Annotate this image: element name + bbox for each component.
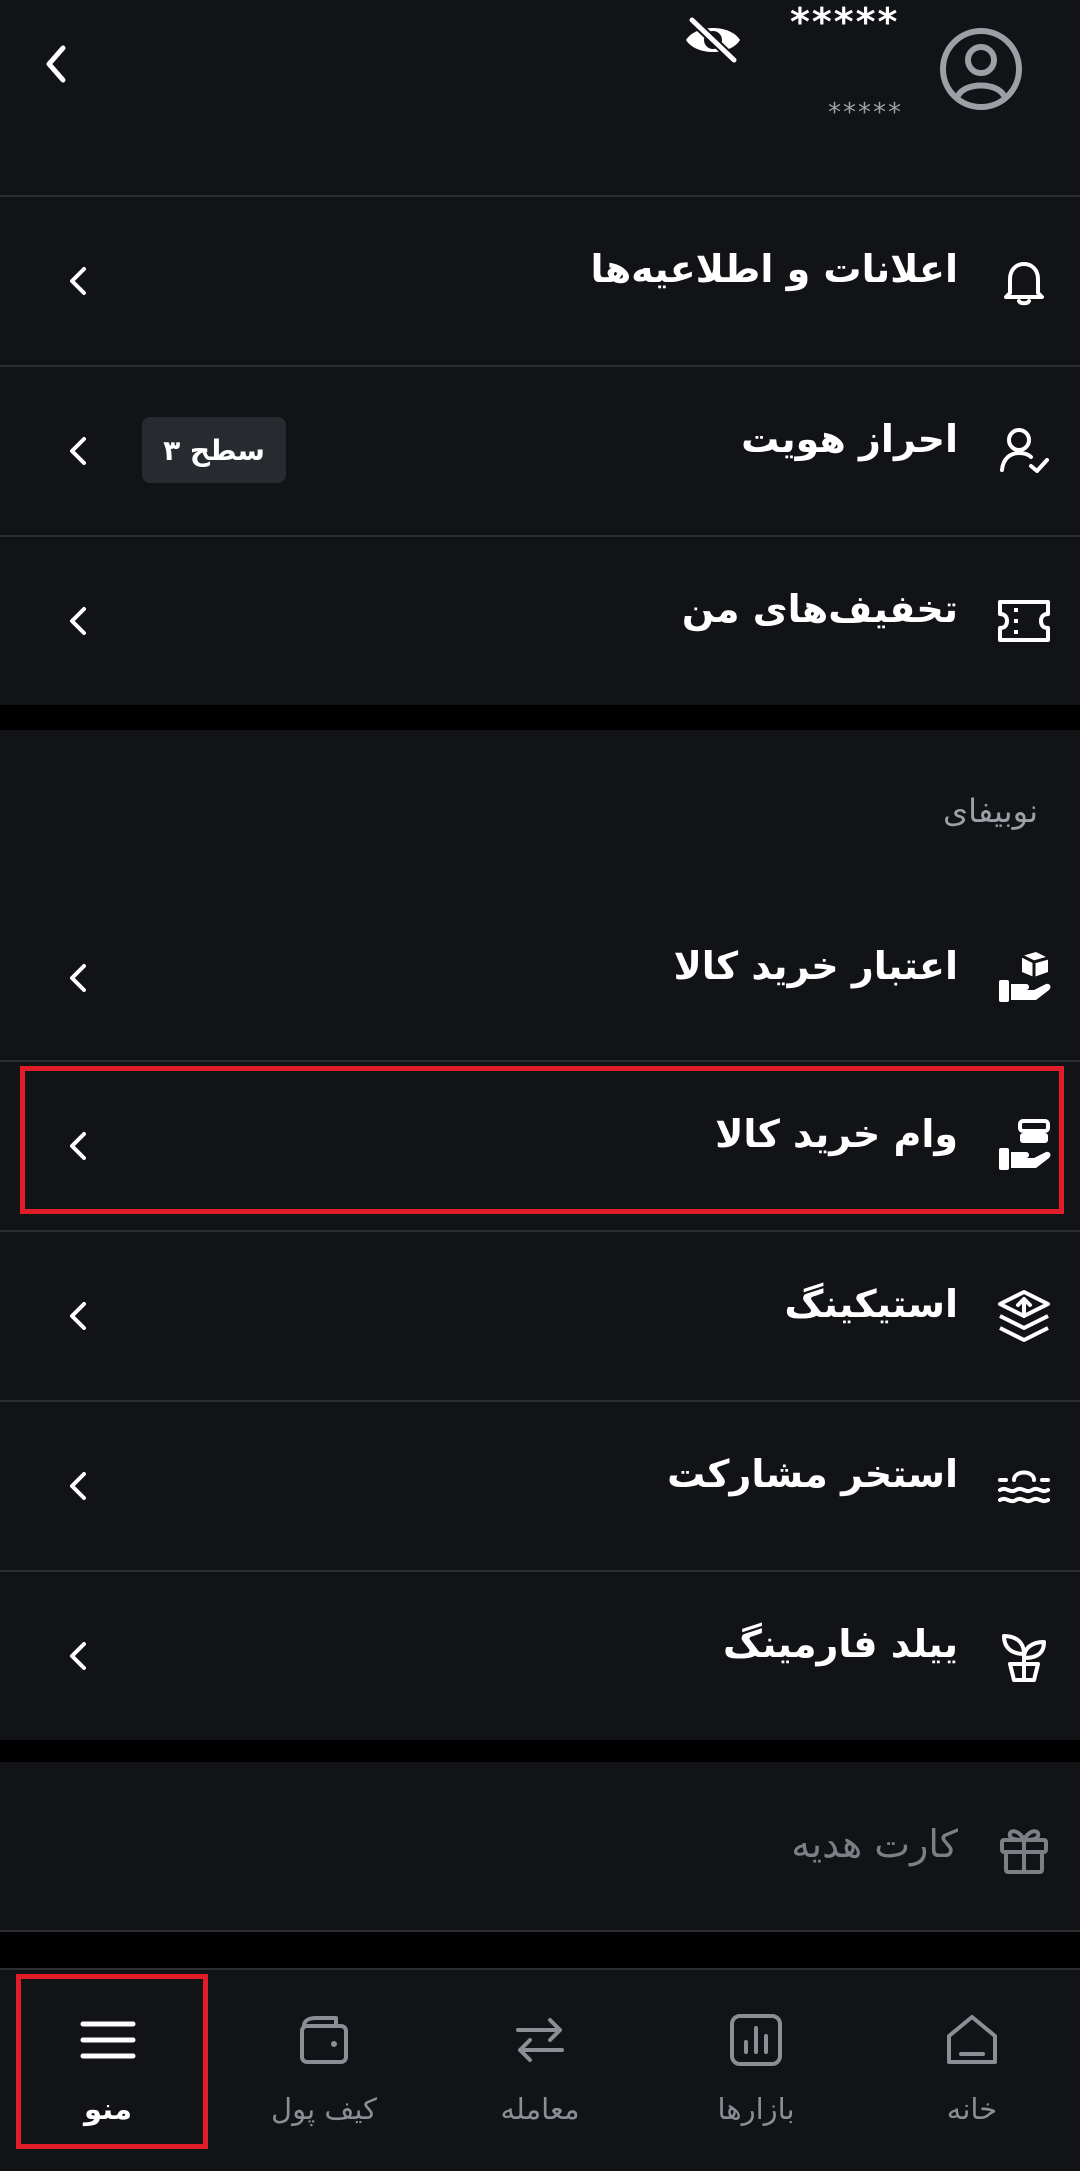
home-icon	[947, 2015, 997, 2064]
chevron-left-icon	[70, 1472, 86, 1500]
user-id: *****	[828, 98, 903, 128]
menu-screen: ***** ***** اعلانات و اطلاعیه‌ها سطح ۳ ا…	[0, 0, 1080, 2171]
menu-item-label: استیکینگ	[784, 1282, 958, 1326]
back-button[interactable]	[26, 34, 86, 94]
ticket-icon	[998, 600, 1050, 642]
nav-markets[interactable]: بازارها	[648, 1970, 864, 2171]
menu-item-discounts[interactable]: تخفیف‌های من	[0, 537, 1080, 705]
highlight-box-goods-loan	[20, 1066, 1064, 1214]
chevron-left-icon	[70, 964, 86, 992]
nav-label: کیف پول	[271, 2092, 377, 2126]
gift-icon	[1000, 1829, 1048, 1874]
divider	[0, 1930, 1080, 1932]
nav-wallet[interactable]: کیف پول	[216, 1970, 432, 2171]
user-check-icon	[1000, 428, 1049, 473]
pool-waves-icon	[998, 1470, 1050, 1504]
section-title: نوبیفای	[943, 792, 1038, 830]
wallet-icon	[300, 2016, 348, 2064]
menu-item-kyc[interactable]: سطح ۳ احراز هویت	[0, 367, 1080, 535]
user-name: *****	[790, 0, 900, 44]
menu-item-label: ییلد فارمینگ	[723, 1622, 958, 1666]
sprout-icon	[1002, 1634, 1046, 1682]
chevron-left-icon	[70, 607, 86, 635]
nav-label: بازارها	[717, 2092, 795, 2126]
nav-trade[interactable]: معامله	[432, 1970, 648, 2171]
eye-off-icon	[686, 16, 740, 64]
highlight-box-menu	[16, 1974, 208, 2149]
bar-chart-icon	[730, 2014, 782, 2066]
menu-item-label: کارت هدیه	[791, 1822, 958, 1866]
profile-header: ***** *****	[0, 0, 1080, 196]
menu-item-label: تخفیف‌های من	[681, 587, 958, 631]
nav-label: معامله	[500, 2092, 580, 2126]
chevron-left-icon	[46, 45, 66, 83]
menu-item-label: اعتبار خرید کالا	[673, 944, 958, 988]
menu-item-goods-credit[interactable]: اعتبار خرید کالا	[0, 894, 1080, 1062]
menu-item-staking[interactable]: استیکینگ	[0, 1232, 1080, 1400]
hand-box-icon	[999, 952, 1051, 1002]
nav-label: خانه	[946, 2092, 998, 2126]
kyc-level-badge: سطح ۳	[142, 417, 286, 483]
swap-arrows-icon	[516, 2018, 564, 2062]
menu-item-liquidity-pool[interactable]: استخر مشارکت	[0, 1402, 1080, 1570]
menu-item-label: استخر مشارکت	[667, 1452, 958, 1496]
avatar[interactable]	[938, 26, 1024, 112]
user-circle-icon	[940, 28, 1022, 110]
menu-item-yield-farming[interactable]: ییلد فارمینگ	[0, 1572, 1080, 1740]
hide-balance-toggle[interactable]	[680, 14, 746, 66]
nav-home[interactable]: خانه	[864, 1970, 1080, 2171]
layers-up-icon	[998, 1290, 1050, 1342]
menu-item-notifications[interactable]: اعلانات و اطلاعیه‌ها	[0, 197, 1080, 365]
chevron-left-icon	[70, 267, 86, 295]
chevron-left-icon	[70, 1642, 86, 1670]
chevron-left-icon	[70, 1302, 86, 1330]
menu-item-gift-card[interactable]: کارت هدیه	[0, 1762, 1080, 1930]
menu-item-label: احراز هویت	[741, 417, 958, 461]
bell-icon	[1004, 262, 1044, 306]
menu-item-label: اعلانات و اطلاعیه‌ها	[590, 247, 958, 291]
chevron-left-icon	[70, 437, 86, 465]
